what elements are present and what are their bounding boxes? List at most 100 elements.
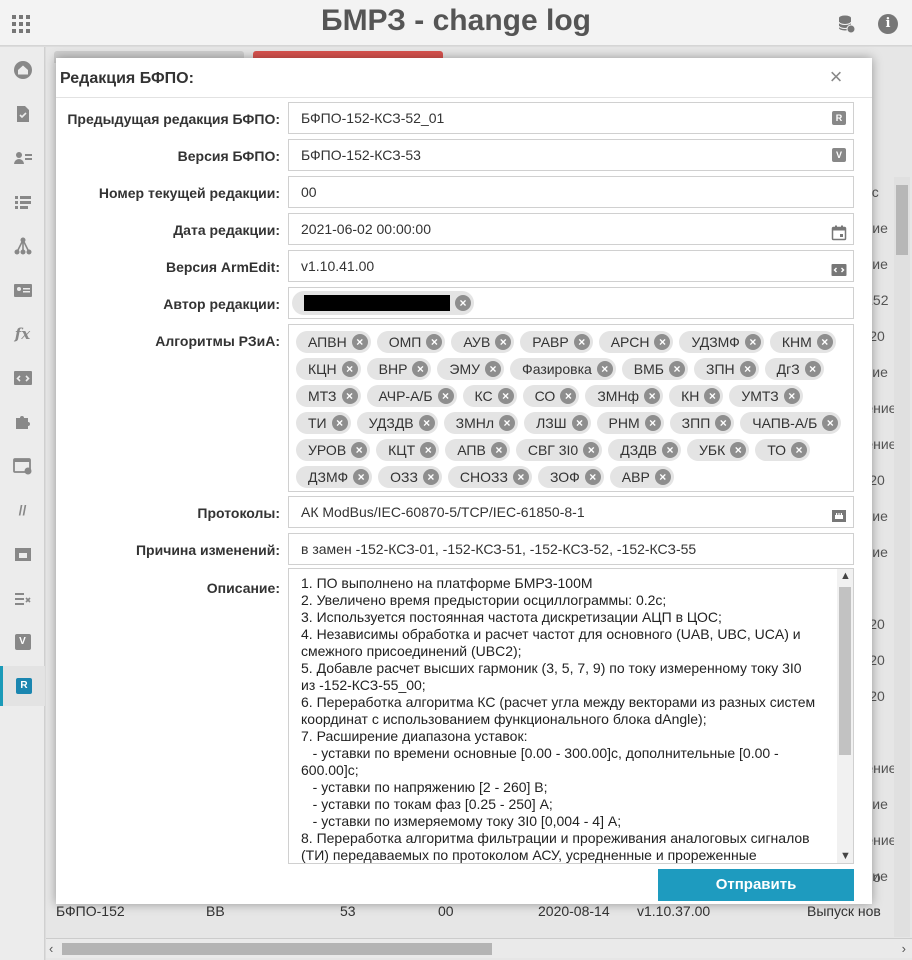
info-icon[interactable]: i — [878, 14, 898, 34]
background-vertical-scrollbar[interactable] — [894, 177, 910, 937]
remove-chip-icon[interactable]: × — [661, 442, 678, 458]
remove-chip-icon[interactable]: × — [791, 442, 808, 458]
code-window-icon[interactable] — [831, 258, 847, 276]
sidebar-item-list[interactable] — [0, 182, 45, 222]
row-reason: Выпуск нов — [807, 903, 881, 919]
scroll-up-icon[interactable]: ▲ — [840, 570, 851, 582]
algorithm-chip: ДЗДВ × — [608, 439, 681, 461]
remove-chip-icon[interactable]: × — [412, 361, 429, 377]
revision-number-field[interactable]: 00 — [288, 176, 854, 208]
users-list-icon — [13, 148, 33, 168]
algorithm-chip: АЧР-А/Б × — [366, 385, 457, 407]
description-scrollbar[interactable]: ▲ ▼ — [837, 569, 853, 863]
remove-chip-icon[interactable]: × — [654, 334, 671, 350]
remove-chip-icon[interactable]: × — [437, 388, 454, 404]
scroll-left-icon[interactable]: ‹ — [49, 941, 53, 956]
algorithm-chip-label: ЗМНф — [597, 388, 640, 404]
remove-chip-icon[interactable]: × — [715, 415, 732, 431]
remove-chip-icon[interactable]: × — [351, 334, 368, 350]
prev-revision-field[interactable]: БФПО-152-КСЗ-52_01 R — [288, 102, 854, 134]
scroll-right-icon[interactable]: › — [902, 941, 906, 956]
remove-chip-icon[interactable]: × — [560, 388, 577, 404]
close-icon[interactable]: × — [826, 66, 846, 88]
sidebar-item-network[interactable] — [0, 534, 45, 574]
algorithm-chip: АРСН × — [598, 331, 674, 353]
algorithm-chip-label: ЧАПВ-А/Б — [752, 415, 818, 431]
sidebar-item-compare[interactable] — [0, 578, 45, 618]
remove-chip-icon[interactable]: × — [341, 361, 358, 377]
remove-chip-icon[interactable]: × — [584, 469, 601, 485]
remove-chip-icon[interactable]: × — [418, 415, 435, 431]
code-window-icon — [13, 368, 33, 388]
remove-chip-icon[interactable]: × — [783, 388, 800, 404]
remove-chip-icon[interactable]: × — [426, 334, 443, 350]
sidebar-item-users[interactable] — [0, 138, 45, 178]
remove-chip-icon[interactable]: × — [668, 361, 685, 377]
sidebar-item-code[interactable] — [0, 358, 45, 398]
remove-chip-icon[interactable]: × — [485, 361, 502, 377]
remove-chip-icon[interactable]: × — [583, 442, 600, 458]
revision-date-field[interactable]: 2021-06-02 00:00:00 — [288, 213, 854, 245]
sidebar-item-revisions[interactable]: R — [0, 666, 45, 706]
scrollbar-thumb[interactable] — [839, 587, 851, 755]
table-row[interactable]: БФПО-152 ВВ 53 00 2020-08-14 v1.10.37.00… — [46, 903, 912, 927]
app-title: БМРЗ - change log — [321, 4, 591, 37]
scroll-down-icon[interactable]: ▼ — [840, 850, 851, 862]
remove-chip-icon[interactable]: × — [744, 334, 761, 350]
description-textarea[interactable]: 1. ПО выполнено на платформе БМРЗ-100М 2.… — [288, 568, 854, 864]
scrollbar-thumb[interactable] — [896, 185, 908, 255]
submit-button[interactable]: Отправить — [658, 869, 854, 901]
ethernet-icon[interactable] — [831, 504, 847, 522]
sidebar-item-hierarchy[interactable] — [0, 226, 45, 266]
remove-chip-icon[interactable]: × — [730, 442, 747, 458]
algorithm-chip-label: СНОЗЗ — [459, 469, 508, 485]
remove-chip-icon[interactable]: × — [331, 415, 348, 431]
algorithm-chip: ДЗМФ × — [296, 466, 373, 488]
sidebar-item-window-settings[interactable] — [0, 446, 45, 486]
remove-chip-icon[interactable]: × — [822, 415, 839, 431]
remove-chip-icon[interactable]: × — [804, 361, 821, 377]
revision-r-icon[interactable]: R — [832, 111, 846, 125]
top-bar: БМРЗ - change log i — [0, 0, 912, 46]
algorithm-chip-label: АВР — [621, 469, 650, 485]
remove-chip-icon[interactable]: × — [497, 388, 514, 404]
remove-chip-icon[interactable]: × — [644, 415, 661, 431]
remove-chip-icon[interactable]: × — [499, 415, 516, 431]
sidebar-item-tools[interactable]: // — [0, 490, 45, 530]
calendar-icon[interactable] — [831, 221, 847, 241]
version-field[interactable]: БФПО-152-КСЗ-53 V — [288, 139, 854, 171]
scrollbar-thumb[interactable] — [62, 943, 492, 955]
remove-chip-icon[interactable]: × — [353, 469, 370, 485]
remove-chip-icon[interactable]: × — [341, 388, 358, 404]
remove-chip-icon[interactable]: × — [596, 361, 613, 377]
armedit-version-field[interactable]: v1.10.41.00 — [288, 250, 854, 282]
remove-chip-icon[interactable]: × — [495, 334, 512, 350]
remove-chip-icon[interactable]: × — [571, 415, 588, 431]
database-icon[interactable] — [836, 14, 856, 34]
algorithms-multiselect[interactable]: АПВН × ОМП × АУВ × РАВР × АРСН × УДЗМФ × КНМ × КЦН × ВНР… — [288, 324, 854, 492]
remove-chip-icon[interactable]: × — [739, 361, 756, 377]
protocols-field[interactable]: АК ModBus/IEC-60870-5/TCP/IEC-61850-8-1 — [288, 496, 854, 528]
remove-chip-icon[interactable]: × — [420, 442, 437, 458]
algorithm-chip: АУВ × — [451, 331, 515, 353]
change-reason-field[interactable]: в замен -152-КСЗ-01, -152-КСЗ-51, -152-К… — [288, 533, 854, 565]
remove-chip-icon[interactable]: × — [490, 442, 507, 458]
remove-chip-icon[interactable]: × — [512, 469, 529, 485]
sidebar-item-cards[interactable] — [0, 270, 45, 310]
remove-chip-icon[interactable]: × — [704, 388, 721, 404]
sidebar-item-functions[interactable]: fx — [0, 314, 45, 354]
remove-chip-icon[interactable]: × — [816, 334, 833, 350]
remove-chip-icon[interactable]: × — [422, 469, 439, 485]
remove-chip-icon[interactable]: × — [644, 388, 661, 404]
author-field[interactable]: × — [288, 287, 854, 319]
horizontal-scrollbar[interactable]: ‹ › — [46, 938, 912, 958]
sidebar-item-versions[interactable]: V — [0, 622, 45, 662]
remove-chip-icon[interactable]: × — [573, 334, 590, 350]
remove-chip-icon[interactable]: × — [351, 442, 368, 458]
sidebar-item-documents[interactable] — [0, 94, 45, 134]
sidebar-item-plugins[interactable] — [0, 402, 45, 442]
sidebar-item-home[interactable] — [0, 50, 45, 90]
remove-chip-icon[interactable]: × — [654, 469, 671, 485]
remove-chip-icon[interactable]: × — [455, 295, 471, 311]
version-v-icon[interactable]: V — [832, 148, 846, 162]
